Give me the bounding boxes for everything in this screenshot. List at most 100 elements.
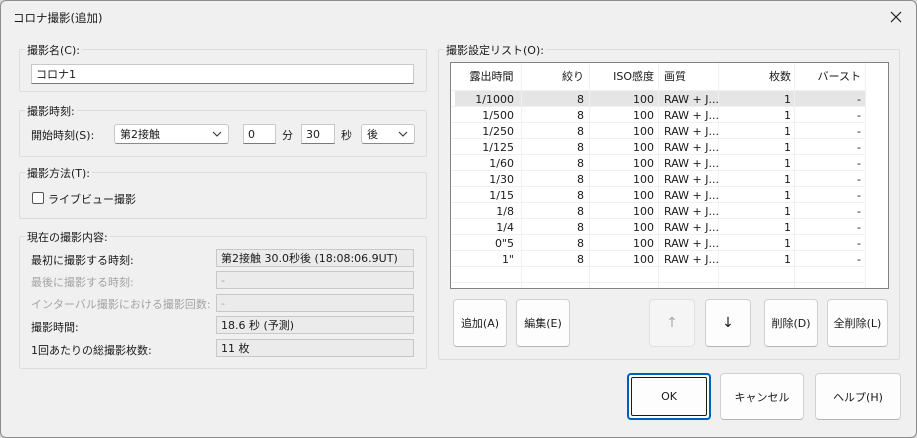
contact-select-value: 第2接触 [120,128,160,141]
help-button[interactable]: ヘルプ(H) [815,373,901,420]
edit-button[interactable]: 編集(E) [516,299,570,347]
current-group-label: 現在の撮影内容: [25,229,110,245]
name-group-label: 撮影名(C): [25,42,82,58]
grid-line [451,266,866,267]
table-row[interactable]: 1/60 8 100 RAW + J... 1- [451,155,888,171]
grid-line [451,122,866,123]
cancel-button[interactable]: キャンセル [720,373,804,420]
cell-iso: 100 [633,124,654,138]
cell-exposure: 0"5 [494,236,514,250]
cell-count: 1 [784,108,791,122]
column-header-aperture[interactable]: 絞り [522,63,588,89]
cell-burst: - [857,108,861,122]
duration-label: 撮影時間: [31,321,79,334]
grid-line [521,63,522,288]
column-header-burst[interactable]: バースト [795,63,865,89]
move-down-button[interactable]: ↓ [705,299,751,347]
minutes-input[interactable]: 0 [243,124,276,144]
total-shots-value: 11 枚 [216,339,414,357]
cell-iso: 100 [633,156,654,170]
cell-exposure: 1/500 [482,108,514,122]
cell-aperture: 8 [577,252,584,266]
table-row[interactable]: 1/30 8 100 RAW + J... 1- [451,171,888,187]
cell-exposure: 1" [501,252,514,266]
column-header-count[interactable]: 枚数 [719,63,795,89]
table-row[interactable]: 1/125 8 100 RAW + J... 1- [451,139,888,155]
cell-iso: 100 [633,92,654,106]
add-button[interactable]: 追加(A) [453,299,507,347]
delete-button[interactable]: 削除(D) [764,299,818,347]
cell-burst: - [857,204,861,218]
cell-iso: 100 [633,108,654,122]
cell-aperture: 8 [577,236,584,250]
first-time-value: 第2接触 30.0秒後 (18:08:06.9UT) [216,249,414,267]
cell-aperture: 8 [577,220,584,234]
seconds-input[interactable]: 30 [301,124,335,144]
settings-list[interactable]: 露出時間 絞り ISO感度 画質 枚数 バースト 1/1000 8 100 RAW +… [450,62,889,289]
grid-line [451,170,866,171]
interval-count-label: インターバル撮影における撮影回数: [31,298,211,311]
cell-aperture: 8 [577,188,584,202]
last-time-value: - [216,271,414,289]
cell-count: 1 [784,252,791,266]
dialog-window: コロナ撮影(追加) 撮影名(C): コロナ1 撮影時刻: 開始時刻(S): 第2… [0,0,917,438]
method-group-label: 撮影方法(T): [25,165,93,181]
close-icon [890,11,902,23]
cell-count: 1 [784,124,791,138]
cell-aperture: 8 [577,204,584,218]
cell-exposure: 1/1000 [475,92,514,106]
move-up-button[interactable]: ↑ [649,299,695,347]
cell-burst: - [857,220,861,234]
cell-burst: - [857,188,861,202]
column-header-iso[interactable]: ISO感度 [590,63,658,89]
close-button[interactable] [882,4,910,30]
duration-value: 18.6 秒 (予測) [216,316,414,334]
liveview-label[interactable]: ライブビュー撮影 [48,191,136,207]
cell-count: 1 [784,140,791,154]
table-row[interactable]: 1/4 8 100 RAW + J... 1- [451,219,888,235]
table-row[interactable]: 1" 8 100 RAW + J... 1- [451,251,888,267]
cell-burst: - [857,140,861,154]
chevron-down-icon [398,131,408,137]
interval-count-value: - [216,294,414,312]
cell-exposure: 1/125 [482,140,514,154]
liveview-checkbox[interactable] [32,192,44,204]
grid-line [451,218,866,219]
table-row[interactable]: 1/1000 8 100 RAW + J... 1- [451,91,888,107]
grid-line [451,138,866,139]
cell-aperture: 8 [577,124,584,138]
cell-iso: 100 [633,140,654,154]
grid-line [589,63,590,288]
grid-line [451,186,866,187]
direction-select[interactable]: 後 [361,124,415,144]
grid-line [451,106,866,107]
cell-count: 1 [784,172,791,186]
name-input[interactable]: コロナ1 [31,64,414,84]
table-row[interactable]: 0"5 8 100 RAW + J... 1- [451,235,888,251]
ok-button[interactable]: OK [627,373,711,420]
delete-all-button[interactable]: 全削除(L) [827,299,888,347]
cell-burst: - [857,156,861,170]
cell-count: 1 [784,92,791,106]
contact-select[interactable]: 第2接触 [114,124,229,144]
cell-exposure: 1/60 [489,156,514,170]
table-row[interactable]: 1/8 8 100 RAW + J... 1- [451,203,888,219]
chevron-down-icon [212,131,222,137]
cell-burst: - [857,92,861,106]
table-row[interactable]: 1/500 8 100 RAW + J... 1- [451,107,888,123]
table-row[interactable]: 1/250 8 100 RAW + J... 1- [451,123,888,139]
cell-iso: 100 [633,220,654,234]
column-header-exposure[interactable]: 露出時間 [451,63,532,89]
grid-line [451,90,866,91]
time-group-label: 撮影時刻: [25,103,77,119]
first-time-label: 最初に撮影する時刻: [31,254,134,267]
cell-aperture: 8 [577,108,584,122]
title-bar: コロナ撮影(追加) [1,1,916,33]
cell-aperture: 8 [577,156,584,170]
grid-line [865,63,866,288]
minutes-unit: 分 [282,129,293,142]
grid-line [451,234,866,235]
table-row[interactable]: 1/15 8 100 RAW + J... 1- [451,187,888,203]
cell-burst: - [857,172,861,186]
grid-line [658,63,659,288]
